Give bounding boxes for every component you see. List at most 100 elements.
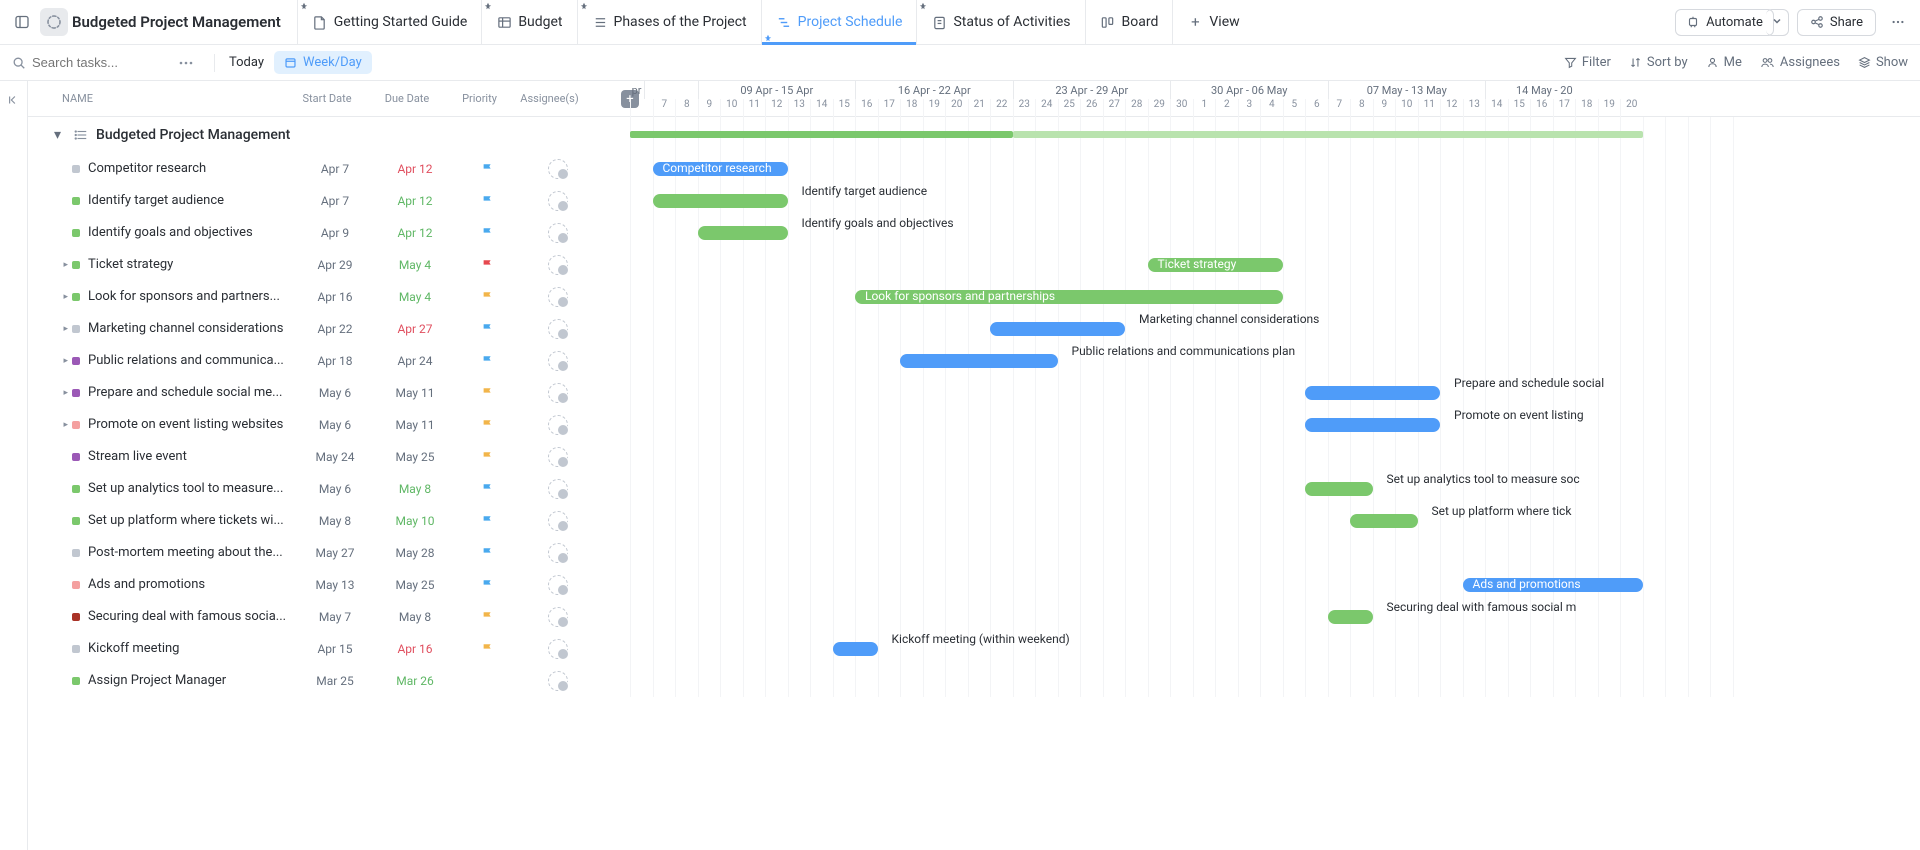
- search-more[interactable]: [172, 49, 200, 77]
- panel-collapse-button[interactable]: [0, 81, 28, 850]
- task-name[interactable]: Ticket strategy: [88, 257, 295, 272]
- assignee[interactable]: [520, 159, 595, 179]
- task-name[interactable]: Promote on event listing websites: [88, 417, 295, 432]
- due-date[interactable]: Apr 12: [375, 194, 455, 208]
- start-date[interactable]: Apr 7: [295, 162, 375, 176]
- task-name[interactable]: Competitor research: [88, 161, 295, 176]
- start-date[interactable]: May 7: [295, 610, 375, 624]
- assignee[interactable]: [520, 511, 595, 531]
- priority-flag[interactable]: [455, 610, 520, 624]
- due-date[interactable]: May 11: [375, 418, 455, 432]
- task-row[interactable]: Identify goals and objectivesApr 9Apr 12: [28, 217, 630, 249]
- due-date[interactable]: Apr 27: [375, 322, 455, 336]
- assignee[interactable]: [520, 607, 595, 627]
- task-bar[interactable]: Ads and promotions: [1463, 578, 1643, 592]
- status-dot[interactable]: [72, 165, 80, 173]
- show-button[interactable]: Show: [1858, 55, 1908, 70]
- tab-board[interactable]: Board: [1085, 0, 1173, 44]
- gantt-row[interactable]: Securing deal with famous social m: [630, 601, 1920, 633]
- priority-flag[interactable]: [455, 546, 520, 560]
- assignee[interactable]: [520, 191, 595, 211]
- assignee[interactable]: [520, 319, 595, 339]
- task-name[interactable]: Set up analytics tool to measure...: [88, 481, 295, 496]
- gantt-row[interactable]: [630, 537, 1920, 569]
- start-date[interactable]: May 6: [295, 386, 375, 400]
- priority-flag[interactable]: [455, 322, 520, 336]
- today-button[interactable]: Today: [229, 55, 264, 70]
- sort-button[interactable]: Sort by: [1629, 55, 1688, 70]
- task-row[interactable]: Set up platform where tickets wi...May 8…: [28, 505, 630, 537]
- col-due[interactable]: Due Date: [367, 92, 447, 105]
- assignee[interactable]: [520, 479, 595, 499]
- gantt-row[interactable]: Ticket strategy: [630, 249, 1920, 281]
- task-name[interactable]: Public relations and communica...: [88, 353, 295, 368]
- start-date[interactable]: May 24: [295, 450, 375, 464]
- project-title[interactable]: Budgeted Project Management: [72, 13, 281, 31]
- task-row[interactable]: Post-mortem meeting about the...May 27Ma…: [28, 537, 630, 569]
- status-dot[interactable]: [72, 677, 80, 685]
- start-date[interactable]: Apr 16: [295, 290, 375, 304]
- due-date[interactable]: May 11: [375, 386, 455, 400]
- due-date[interactable]: May 4: [375, 290, 455, 304]
- status-dot[interactable]: [72, 389, 80, 397]
- gantt-row[interactable]: Marketing channel considerations: [630, 313, 1920, 345]
- task-name[interactable]: Prepare and schedule social me...: [88, 385, 295, 400]
- tab-phases-of-the-project[interactable]: Phases of the Project: [577, 0, 761, 44]
- priority-flag[interactable]: [455, 482, 520, 496]
- status-dot[interactable]: [72, 421, 80, 429]
- gantt-row[interactable]: Competitor research: [630, 153, 1920, 185]
- assignee[interactable]: [520, 383, 595, 403]
- status-dot[interactable]: [72, 197, 80, 205]
- task-name[interactable]: Kickoff meeting: [88, 641, 295, 656]
- due-date[interactable]: May 25: [375, 578, 455, 592]
- task-name[interactable]: Post-mortem meeting about the...: [88, 545, 295, 560]
- task-name[interactable]: Identify goals and objectives: [88, 225, 295, 240]
- task-row[interactable]: Ads and promotionsMay 13May 25: [28, 569, 630, 601]
- task-name[interactable]: Assign Project Manager: [88, 673, 295, 688]
- start-date[interactable]: Apr 22: [295, 322, 375, 336]
- sidebar-toggle-icon[interactable]: [8, 8, 36, 36]
- task-row[interactable]: ▸ Prepare and schedule social me...May 6M…: [28, 377, 630, 409]
- status-dot[interactable]: [72, 261, 80, 269]
- task-row[interactable]: Stream live eventMay 24May 25: [28, 441, 630, 473]
- status-dot[interactable]: [72, 485, 80, 493]
- col-priority[interactable]: Priority: [447, 92, 512, 105]
- task-name[interactable]: Ads and promotions: [88, 577, 295, 592]
- status-dot[interactable]: [72, 453, 80, 461]
- assignee[interactable]: [520, 671, 595, 691]
- due-date[interactable]: Apr 24: [375, 354, 455, 368]
- filter-button[interactable]: Filter: [1564, 55, 1611, 70]
- task-bar[interactable]: [1328, 610, 1373, 624]
- priority-flag[interactable]: [455, 642, 520, 656]
- task-bar[interactable]: Competitor research: [653, 162, 788, 176]
- assignee[interactable]: [520, 575, 595, 595]
- task-row[interactable]: Identify target audienceApr 7Apr 12: [28, 185, 630, 217]
- col-name[interactable]: NAME: [28, 92, 287, 105]
- due-date[interactable]: Mar 26: [375, 674, 455, 688]
- loading-icon[interactable]: [40, 8, 68, 36]
- task-row[interactable]: ▸Public relations and communica...Apr 18…: [28, 345, 630, 377]
- assignee[interactable]: [520, 415, 595, 435]
- gantt-panel[interactable]: pr09 Apr - 15 Apr16 Apr - 22 Apr23 Apr -…: [630, 81, 1920, 850]
- chevron-down-icon[interactable]: ▾: [54, 127, 66, 143]
- due-date[interactable]: May 28: [375, 546, 455, 560]
- gantt-row[interactable]: Prepare and schedule social: [630, 377, 1920, 409]
- more-button[interactable]: [1884, 8, 1912, 36]
- assignee[interactable]: [520, 447, 595, 467]
- task-bar[interactable]: [833, 642, 878, 656]
- col-start[interactable]: Start Date: [287, 92, 367, 105]
- due-date[interactable]: May 25: [375, 450, 455, 464]
- tab-getting-started-guide[interactable]: Getting Started Guide: [297, 0, 482, 44]
- due-date[interactable]: Apr 12: [375, 162, 455, 176]
- gantt-row[interactable]: Identify goals and objectives: [630, 217, 1920, 249]
- status-dot[interactable]: [72, 613, 80, 621]
- expand-icon[interactable]: ▸: [63, 388, 68, 398]
- task-row[interactable]: ▸Ticket strategyApr 29May 4: [28, 249, 630, 281]
- status-dot[interactable]: [72, 517, 80, 525]
- gantt-row[interactable]: Kickoff meeting (within weekend): [630, 633, 1920, 665]
- start-date[interactable]: Apr 18: [295, 354, 375, 368]
- priority-flag[interactable]: [455, 162, 520, 176]
- expand-icon[interactable]: ▸: [63, 292, 68, 302]
- start-date[interactable]: May 6: [295, 418, 375, 432]
- automate-chevron[interactable]: [1766, 9, 1789, 36]
